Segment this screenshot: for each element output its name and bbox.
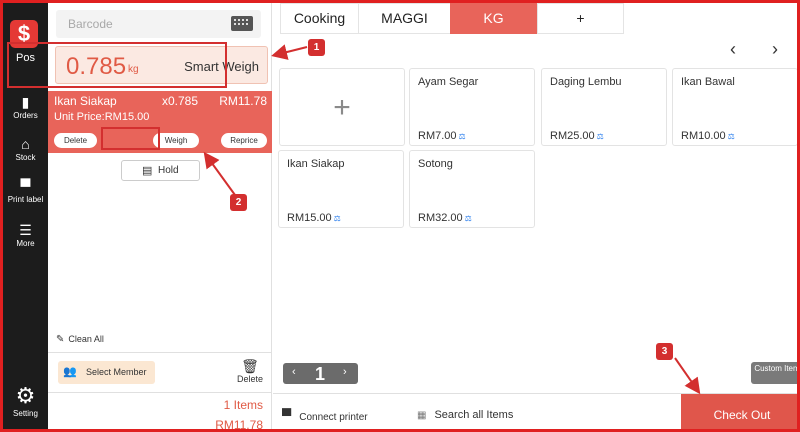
product-price: RM7.00 ⚖ xyxy=(418,130,466,142)
tab-maggi[interactable]: MAGGI xyxy=(358,3,451,34)
annotation-badge-3: 3 xyxy=(656,343,673,360)
sidebar-item-label: Orders xyxy=(13,111,38,120)
scale-icon: ⚖ xyxy=(596,132,604,141)
scale-icon: ⚖ xyxy=(458,132,466,141)
page-number: 1 xyxy=(315,364,326,384)
clean-all-button[interactable]: ✎ Clean All xyxy=(56,334,104,345)
product-price: RM25.00 ⚖ xyxy=(550,130,604,142)
sidebar-item-stock[interactable]: ⌂ Stock xyxy=(3,135,48,163)
divider xyxy=(48,352,272,353)
cart-total: RM11.78 xyxy=(215,418,263,432)
annotation-badge-2: 2 xyxy=(230,194,247,211)
item-delete-button[interactable]: Delete xyxy=(54,133,97,148)
select-member-label: Select Member xyxy=(86,367,147,377)
bottom-bar: ▀ Connect printer ▦ Search all Items Check… xyxy=(273,393,797,429)
annotation-badge-1: 1 xyxy=(308,39,325,56)
annotation-highlight-weight xyxy=(7,42,227,88)
cart-item-name: Ikan Siakap xyxy=(54,94,117,108)
sidebar-item-print-label[interactable]: ▀ Print label xyxy=(3,177,48,205)
search-all-label: Search all Items xyxy=(434,409,514,421)
pagination: ‹ 1 › xyxy=(283,363,358,384)
product-name: Sotong xyxy=(418,158,453,170)
cart-item-unit-price: Unit Price:RM15.00 xyxy=(54,111,150,123)
select-member-button[interactable]: 👥 Select Member xyxy=(58,361,155,384)
sidebar-item-more[interactable]: ☰ More xyxy=(3,221,48,249)
sidebar-item-label: Stock xyxy=(15,153,36,162)
gear-icon: ⚙ xyxy=(15,383,36,408)
delete-label: Delete xyxy=(236,374,263,384)
reprice-button[interactable]: Reprice xyxy=(221,133,267,148)
hold-button[interactable]: ▤ Hold xyxy=(121,160,200,181)
sidebar-item-setting[interactable]: ⚙ Setting xyxy=(3,383,48,418)
product-card[interactable]: Ikan Siakap RM15.00 ⚖ xyxy=(278,150,404,228)
barcode-scan-icon: ▦ xyxy=(417,410,427,421)
sidebar-item-label: More xyxy=(16,239,35,248)
tab-cooking[interactable]: Cooking xyxy=(280,3,359,34)
home-icon: ⌂ xyxy=(21,136,30,152)
product-name: Ikan Siakap xyxy=(287,158,345,170)
cart-item-row[interactable]: Ikan Siakap x0.785 RM11.78 Unit Price:RM… xyxy=(48,91,272,153)
items-count: 1 Items xyxy=(223,398,263,412)
scale-icon: ⚖ xyxy=(727,132,735,141)
delete-cart-button[interactable]: 🗑 Delete xyxy=(234,358,266,384)
printer-icon: ▀ xyxy=(282,408,292,423)
broom-icon: ✎ xyxy=(56,334,65,345)
product-card[interactable]: Daging Lembu RM25.00 ⚖ xyxy=(541,68,667,146)
product-card[interactable]: Ikan Bawal RM10.00 ⚖ xyxy=(672,68,797,146)
scale-icon: ⚖ xyxy=(464,214,472,223)
product-price: RM10.00 ⚖ xyxy=(681,130,735,142)
plus-icon: + xyxy=(333,91,351,124)
clipboard-icon: ▤ xyxy=(142,165,153,177)
users-icon: 👥 xyxy=(63,366,77,378)
cart-item-price: RM11.78 xyxy=(219,94,267,108)
page-next-button[interactable]: › xyxy=(343,366,347,378)
custom-item-button[interactable]: Custom Item xyxy=(751,362,797,384)
checkout-button[interactable]: Check Out xyxy=(681,394,797,429)
sidebar-item-label: Print label xyxy=(7,195,44,204)
menu-icon: ☰ xyxy=(19,222,32,238)
printer-icon: ▀ xyxy=(20,178,31,194)
orders-icon: ▮ xyxy=(21,94,30,110)
connect-printer-button[interactable]: ▀ Connect printer xyxy=(282,408,368,423)
barcode-input[interactable]: Barcode xyxy=(56,10,261,38)
trash-icon: 🗑 xyxy=(241,358,259,374)
product-card[interactable]: Ayam Segar RM7.00 ⚖ xyxy=(409,68,535,146)
sidebar-item-label: Setting xyxy=(13,409,38,418)
app-window: $ Pos ▮ Orders ⌂ Stock ▀ Print label ☰ M… xyxy=(0,0,800,432)
product-price: RM32.00 ⚖ xyxy=(418,212,472,224)
product-name: Daging Lembu xyxy=(550,76,622,88)
product-card[interactable]: Sotong RM32.00 ⚖ xyxy=(409,150,535,228)
search-all-items-button[interactable]: ▦ Search all Items xyxy=(417,409,513,421)
product-name: Ikan Bawal xyxy=(681,76,735,88)
product-price: RM15.00 ⚖ xyxy=(287,212,341,224)
chevron-left-icon[interactable]: ‹ xyxy=(730,39,736,60)
add-product-card[interactable]: + xyxy=(279,68,405,146)
cart-item-qty: x0.785 xyxy=(162,94,199,108)
hold-label: Hold xyxy=(158,165,179,176)
annotation-highlight-weigh-button xyxy=(101,127,160,150)
keyboard-icon[interactable] xyxy=(231,16,253,31)
divider xyxy=(48,392,272,393)
product-name: Ayam Segar xyxy=(418,76,479,88)
tab-kg[interactable]: KG xyxy=(450,3,537,34)
tab-add[interactable]: + xyxy=(537,3,624,34)
barcode-placeholder: Barcode xyxy=(68,17,113,31)
connect-printer-label: Connect printer xyxy=(299,412,368,423)
sidebar-item-orders[interactable]: ▮ Orders xyxy=(3,93,48,121)
page-prev-button[interactable]: ‹ xyxy=(292,366,296,378)
scale-icon: ⚖ xyxy=(333,214,341,223)
chevron-right-icon[interactable]: › xyxy=(772,39,778,60)
clean-all-label: Clean All xyxy=(68,334,104,344)
